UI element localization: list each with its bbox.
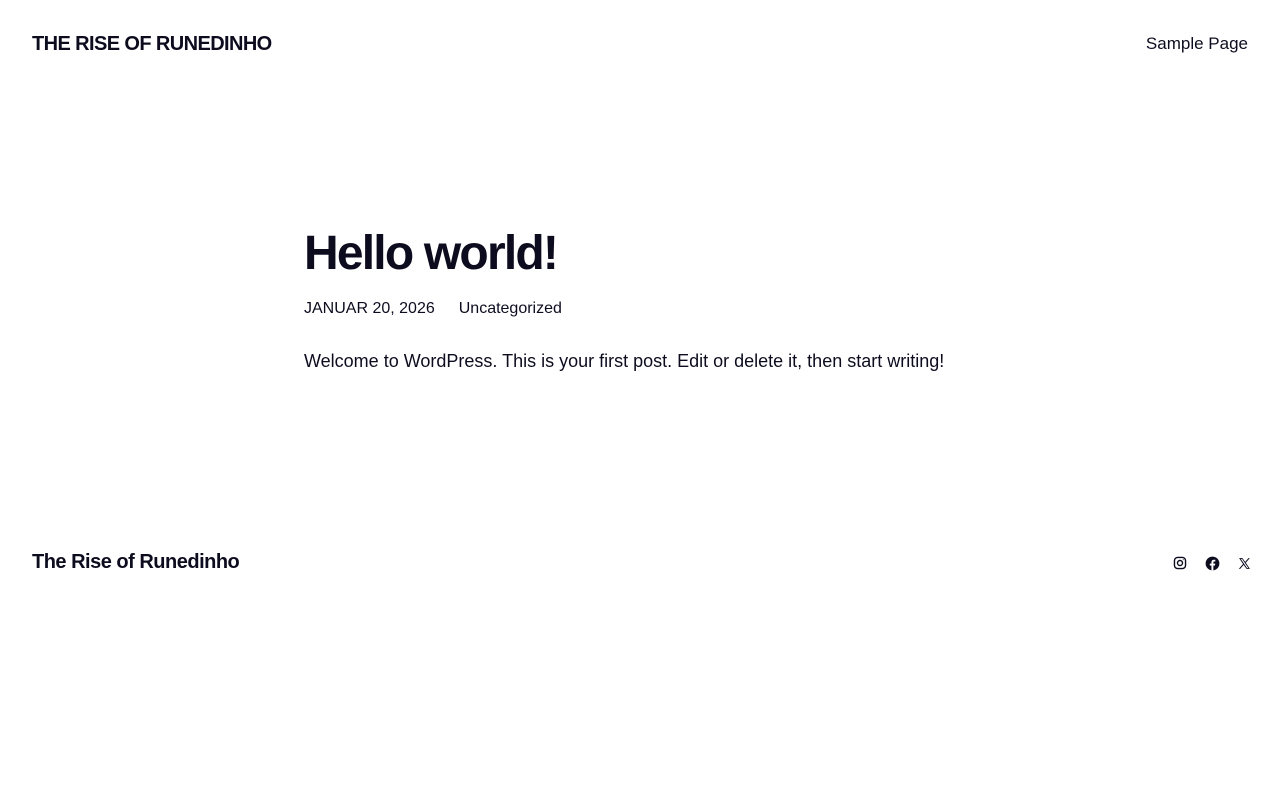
site-header: THE RISE OF RUNEDINHO Sample Page [0, 0, 1280, 88]
post-meta: JANUAR 20, 2026 Uncategorized [304, 299, 1004, 319]
nav-item-sample-page[interactable]: Sample Page [1146, 34, 1248, 53]
footer-site-title-link[interactable]: The Rise of Runedinho [32, 549, 240, 575]
post-title[interactable]: Hello world! [304, 224, 1004, 284]
instagram-link[interactable] [1169, 552, 1191, 574]
facebook-icon [1205, 556, 1219, 570]
instagram-icon [1173, 556, 1187, 570]
main-navigation: Sample Page [1146, 33, 1248, 55]
x-icon [1238, 557, 1250, 569]
social-links [1159, 552, 1255, 574]
facebook-link[interactable] [1201, 552, 1223, 574]
post-category-link[interactable]: Uncategorized [459, 299, 562, 319]
post: Hello world! JANUAR 20, 2026 Uncategoriz… [304, 224, 1004, 391]
site-title-link[interactable]: THE RISE OF RUNEDINHO [32, 31, 272, 57]
x-link[interactable] [1233, 552, 1255, 574]
post-content: Welcome to WordPress. This is your first… [304, 351, 945, 371]
post-date: JANUAR 20, 2026 [304, 300, 435, 317]
site-footer: The Rise of Runedinho [0, 548, 1280, 578]
